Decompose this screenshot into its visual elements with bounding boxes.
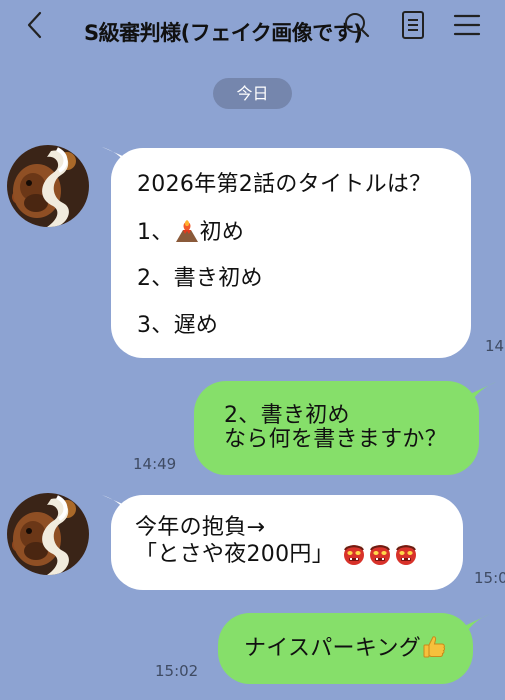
message-bubble[interactable]: 2026年第2話のタイトルは？ 1、 初め 2、書き初め 3、遅め: [111, 148, 471, 358]
message-text: 1、: [137, 220, 174, 245]
message-line: 「とさや夜200円」: [135, 540, 419, 569]
bubble-tail: [456, 614, 490, 642]
menu-icon[interactable]: [452, 11, 482, 39]
avatar[interactable]: [7, 145, 89, 227]
message-text: 「とさや夜200円」: [135, 542, 334, 567]
volcano-icon: [175, 220, 198, 242]
search-icon[interactable]: [342, 10, 372, 40]
oni-mask-icon: [344, 544, 365, 565]
date-divider: 今日: [213, 78, 292, 109]
thumbs-up-icon: [423, 636, 446, 658]
message-line: ナイスパーキング: [244, 634, 447, 663]
message-bubble[interactable]: 2、書き初め なら何を書きますか？: [194, 381, 479, 475]
message-bubble[interactable]: 今年の抱負→ 「とさや夜200円」: [111, 495, 463, 590]
message-time: 14:49: [133, 455, 177, 473]
message-text: ナイスパーキング: [244, 636, 422, 661]
message-time: 15:02: [155, 662, 199, 680]
bubble-tail: [462, 382, 496, 410]
message-time: 15:0: [474, 569, 505, 587]
note-icon[interactable]: [398, 9, 428, 41]
chevron-left-icon[interactable]: [22, 8, 50, 42]
message-text: 3、遅め: [137, 313, 219, 338]
message-text: 今年の抱負→: [135, 515, 266, 540]
message-bubble[interactable]: ナイスパーキング: [218, 613, 473, 684]
message-option: 1、 初め: [137, 218, 244, 247]
message-text: 初め: [199, 220, 245, 245]
message-text: 2、書き初め: [137, 266, 263, 291]
avatar[interactable]: [7, 493, 89, 575]
message-time: 14: [485, 337, 505, 355]
message-text: なら何を書きますか？: [224, 427, 448, 452]
oni-mask-icon: [370, 544, 391, 565]
oni-mask-icon: [396, 544, 417, 565]
chat-header: S級審判様(フェイク画像です): [0, 0, 505, 52]
message-text: 2026年第2話のタイトルは？: [137, 172, 432, 197]
